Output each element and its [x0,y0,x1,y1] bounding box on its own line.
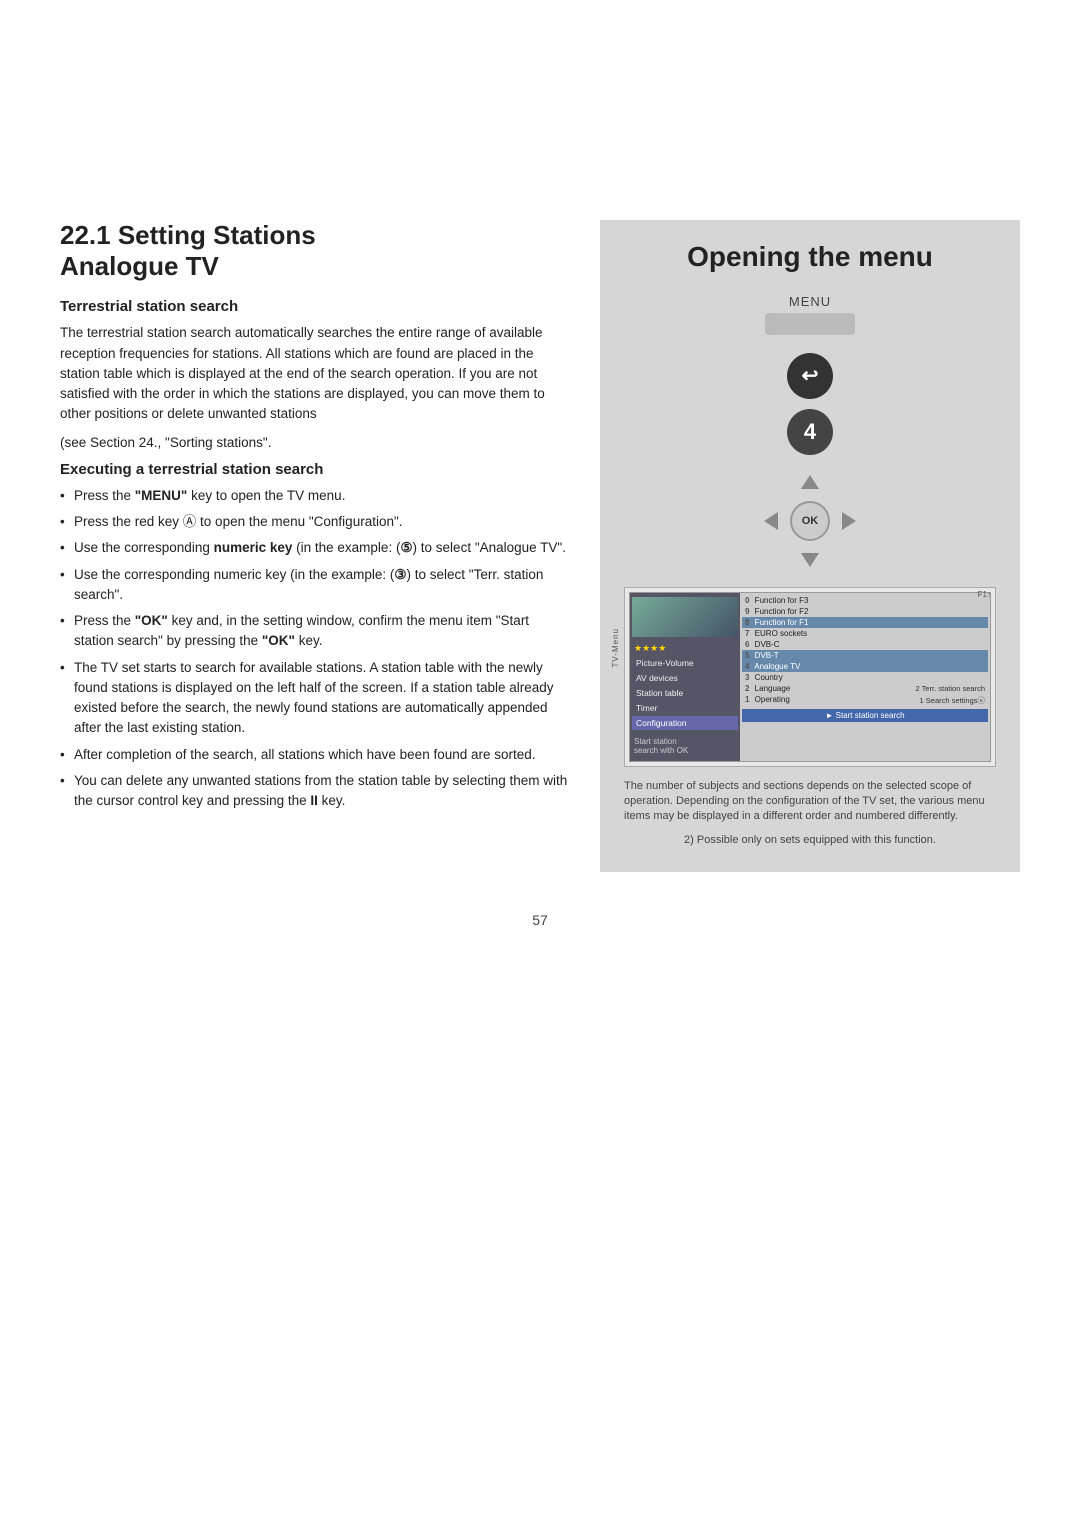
right-column: Opening the menu MENU ↩ 4 OK [600,220,1020,872]
tv-menu-side-label: TV-Menu [611,628,620,667]
dpad-ok-button[interactable]: OK [790,501,830,541]
tv-row-7: 7 EURO sockets [742,628,988,639]
page-container: 22.1 Setting Stations Analogue TV Terres… [0,0,1080,1528]
dpad: OK [760,471,860,571]
start-station-label: Start stationsearch with OK [632,735,738,757]
dpad-left-arrow [764,512,778,530]
section-title-line2: Analogue TV [60,251,219,281]
tv-left-panel: ★★★★ Picture-Volume AV devices Station t… [630,593,740,761]
tv-menu-picture-volume: Picture-Volume [632,656,738,670]
tv-row-5: 5 DVB-T [742,650,988,661]
executing-title: Executing a terrestrial station search [60,461,570,478]
section-title-line1: 22.1 Setting Stations [60,220,316,250]
dpad-right-arrow [842,512,856,530]
fi-label: F1↑ [978,590,991,599]
top-spacer [60,60,1020,220]
tv-row-6: 6 DVB-C [742,639,988,650]
dpad-up-arrow [801,475,819,489]
start-search-bar: ► Start station search [742,709,988,722]
tv-menu-configuration: Configuration [632,716,738,730]
tv-row-8: 8 Function for F1 [742,617,988,628]
page-number: 57 [60,912,1020,928]
list-item: Press the "MENU" key to open the TV menu… [60,486,570,506]
tv-menu-av-devices: AV devices [632,671,738,685]
dpad-down-arrow [801,553,819,567]
tv-row-0: 0 Function for F3 [742,595,988,606]
stars-row: ★★★★ [632,642,738,655]
main-content: 22.1 Setting Stations Analogue TV Terres… [60,220,1020,872]
tv-thumbnail [632,597,738,637]
tv-row-3: 3 Country [742,672,988,683]
back-arrow-icon: ↩ [787,353,833,399]
terrestrial-title: Terrestrial station search [60,298,570,315]
number-4-icon: 4 [787,409,833,455]
list-item: You can delete any unwanted stations fro… [60,771,570,812]
tv-row-9: 9 Function for F2 [742,606,988,617]
tv-row-4: 4 Analogue TV [742,661,988,672]
list-item: The TV set starts to search for availabl… [60,658,570,739]
section-title: 22.1 Setting Stations Analogue TV [60,220,570,282]
tv-row-2: 2 Language 2 Terr. station search [742,683,988,694]
menu-button-rect [765,313,855,335]
list-item: Press the red key Ⓐ to open the menu "Co… [60,512,570,532]
tv-right-panel: F1↑ 0 Function for F3 9 Function for F2 … [740,593,990,761]
list-item: Use the corresponding numeric key (in th… [60,565,570,606]
list-item: After completion of the search, all stat… [60,745,570,765]
tv-menu-inner: ★★★★ Picture-Volume AV devices Station t… [629,592,991,762]
remote-icons: ↩ 4 [787,353,833,455]
left-column: 22.1 Setting Stations Analogue TV Terres… [60,220,600,872]
tv-menu-timer: Timer [632,701,738,715]
tv-left-menu-items: Picture-Volume AV devices Station table … [632,656,738,730]
right-footnote: 2) Possible only on sets equipped with t… [684,833,936,848]
list-item: Press the "OK" key and, in the setting w… [60,611,570,652]
list-item: Use the corresponding numeric key (in th… [60,538,570,558]
bullet-list: Press the "MENU" key to open the TV menu… [60,486,570,812]
tv-row-1: 1 Operating 1 Search settingsⓔ [742,694,988,707]
terrestrial-body2: (see Section 24., "Sorting stations". [60,433,570,453]
right-footer-note: The number of subjects and sections depe… [624,779,996,825]
menu-label: MENU [789,294,831,309]
terrestrial-body: The terrestrial station search automatic… [60,323,570,424]
opening-menu-title: Opening the menu [624,240,996,274]
tv-menu-screenshot: ★★★★ Picture-Volume AV devices Station t… [624,587,996,767]
tv-menu-station-table: Station table [632,686,738,700]
